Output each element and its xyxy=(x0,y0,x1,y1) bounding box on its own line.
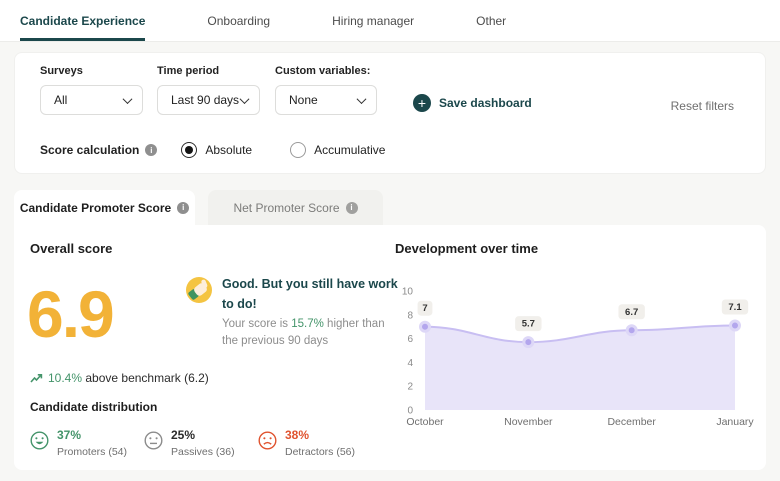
svg-text:5.7: 5.7 xyxy=(522,319,535,330)
tab-onboarding[interactable]: Onboarding xyxy=(207,0,270,41)
detractors-percent: 38% xyxy=(285,428,357,442)
surveys-dropdown[interactable]: All xyxy=(40,85,143,115)
score-calculation-label: Score calculation xyxy=(40,143,139,157)
tab-net-promoter-score[interactable]: Net Promoter Score xyxy=(208,190,383,225)
plus-icon xyxy=(413,94,431,112)
svg-text:10: 10 xyxy=(402,287,414,298)
development-over-time-title: Development over time xyxy=(395,241,538,256)
tab-hiring-manager[interactable]: Hiring manager xyxy=(332,0,414,41)
tab-label: Candidate Promoter Score xyxy=(20,201,171,215)
time-period-filter: Time period Last 90 days xyxy=(157,65,260,115)
svg-text:8: 8 xyxy=(407,310,413,321)
benchmark-text: above benchmark (6.2) xyxy=(82,371,209,385)
overall-score-title: Overall score xyxy=(30,241,112,256)
promoters-item: 37% Promoters (54) xyxy=(30,428,129,458)
save-dashboard-button[interactable]: Save dashboard xyxy=(413,94,532,112)
candidate-distribution-row: 37% Promoters (54) 25% Passives (36) xyxy=(30,428,357,458)
svg-text:December: December xyxy=(607,416,656,428)
development-over-time-chart: 0 2 4 6 8 10 7 5.7 6.7 7.1 October November December… xyxy=(395,281,750,431)
promoters-percent: 37% xyxy=(57,428,129,442)
candidate-distribution-title: Candidate distribution xyxy=(30,400,157,414)
benchmark-note: 10.4% above benchmark (6.2) xyxy=(30,371,209,385)
score-calculation-row: Score calculation Absolute Accumulative xyxy=(40,142,385,158)
absolute-radio[interactable] xyxy=(181,142,197,158)
frowny-face-icon xyxy=(258,431,277,450)
benchmark-row-text: 10.4% above benchmark (6.2) xyxy=(48,371,209,385)
svg-text:4: 4 xyxy=(407,358,413,369)
score-panel: Overall score 6.9 Good. But you still ha… xyxy=(14,225,766,470)
svg-text:January: January xyxy=(716,416,754,428)
accumulative-radio-label: Accumulative xyxy=(314,143,385,157)
score-message-body: Your score is 15.7% higher than the prev… xyxy=(222,316,400,350)
detractors-item: 38% Detractors (56) xyxy=(258,428,357,458)
custom-variables-dropdown[interactable]: None xyxy=(275,85,377,115)
trend-up-icon xyxy=(30,373,43,384)
message-prefix: Your score is xyxy=(222,318,291,330)
filter-panel: Surveys All Time period Last 90 days Cus… xyxy=(14,52,766,174)
smiley-face-icon xyxy=(30,431,49,450)
benchmark-value: 10.4% xyxy=(48,371,82,385)
accumulative-radio[interactable] xyxy=(290,142,306,158)
score-tabs: Candidate Promoter Score Net Promoter Sc… xyxy=(14,190,383,225)
absolute-radio-label: Absolute xyxy=(205,143,252,157)
chevron-down-icon xyxy=(240,94,250,104)
chevron-down-icon xyxy=(123,94,133,104)
tab-candidate-promoter-score[interactable]: Candidate Promoter Score xyxy=(14,190,195,225)
time-period-label: Time period xyxy=(157,65,260,77)
svg-text:November: November xyxy=(504,416,553,428)
svg-text:October: October xyxy=(406,416,444,428)
svg-text:7.1: 7.1 xyxy=(728,302,742,313)
chevron-down-icon xyxy=(357,94,367,104)
score-message-title: Good. But you still have work to do! xyxy=(222,274,404,314)
thumbs-up-icon xyxy=(186,277,212,303)
info-icon[interactable] xyxy=(145,144,157,156)
svg-text:0: 0 xyxy=(407,406,413,417)
surveys-filter: Surveys All xyxy=(40,65,143,115)
time-period-dropdown[interactable]: Last 90 days xyxy=(157,85,260,115)
svg-text:2: 2 xyxy=(407,382,413,393)
overall-score-value: 6.9 xyxy=(27,281,113,347)
time-period-value: Last 90 days xyxy=(171,93,239,107)
passives-item: 25% Passives (36) xyxy=(144,428,243,458)
custom-variables-filter: Custom variables: None xyxy=(275,65,377,115)
svg-text:7: 7 xyxy=(422,303,427,314)
tab-other[interactable]: Other xyxy=(476,0,506,41)
passives-percent: 25% xyxy=(171,428,243,442)
reset-filters-button[interactable]: Reset filters xyxy=(671,99,734,113)
passives-label: Passives (36) xyxy=(171,446,243,458)
surveys-label: Surveys xyxy=(40,65,143,77)
top-tab-bar: Candidate Experience Onboarding Hiring m… xyxy=(0,0,780,42)
save-dashboard-label: Save dashboard xyxy=(439,96,532,110)
svg-text:6.7: 6.7 xyxy=(625,307,638,318)
surveys-value: All xyxy=(54,93,67,107)
detractors-label: Detractors (56) xyxy=(285,446,357,458)
custom-variables-label: Custom variables: xyxy=(275,65,377,77)
tab-candidate-experience[interactable]: Candidate Experience xyxy=(20,0,145,41)
promoters-label: Promoters (54) xyxy=(57,446,129,458)
custom-variables-value: None xyxy=(289,93,318,107)
info-icon[interactable] xyxy=(177,202,189,214)
neutral-face-icon xyxy=(144,431,163,450)
info-icon[interactable] xyxy=(346,202,358,214)
tab-label: Net Promoter Score xyxy=(233,201,339,215)
message-highlight: 15.7% xyxy=(291,318,324,330)
svg-text:6: 6 xyxy=(407,334,413,345)
